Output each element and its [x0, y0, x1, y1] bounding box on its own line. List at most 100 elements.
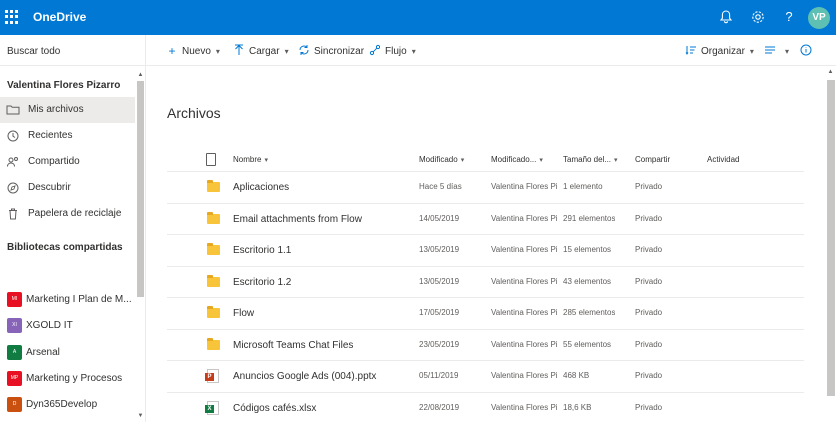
sync-label: Sincronizar [314, 45, 365, 57]
file-name[interactable]: Escritorio 1.1 [233, 245, 291, 256]
file-name[interactable]: Anuncios Google Ads (004).pptx [233, 371, 376, 382]
library-label: Arsenal [26, 347, 60, 358]
upload-button[interactable]: Cargar ▾ [233, 43, 289, 59]
table-row[interactable]: Escritorio 1.1 13/05/2019 Valentina Flor… [167, 235, 804, 267]
view-options-button[interactable]: ▾ [764, 43, 789, 59]
info-icon [800, 44, 812, 59]
chevron-down-icon: ▾ [539, 157, 543, 164]
flow-button[interactable]: Flujo ▾ [369, 43, 416, 59]
trash-icon [6, 207, 20, 221]
list-header: Nombre ▾ Modificado ▾ Modificado... ▾ Tamañ… [167, 148, 804, 172]
size-cell: 18,6 KB [563, 402, 592, 412]
bell-icon[interactable] [718, 9, 734, 25]
sharing-cell[interactable]: Privado [635, 403, 662, 412]
help-icon[interactable]: ? [781, 9, 797, 25]
main-scroll-thumb[interactable] [827, 80, 835, 396]
upload-icon [233, 44, 245, 59]
table-row[interactable]: Email attachments from Flow 14/05/2019 V… [167, 204, 804, 235]
file-name[interactable]: Escritorio 1.2 [233, 277, 291, 288]
table-row[interactable]: Flow 17/05/2019 Valentina Flores Pi 285 … [167, 298, 804, 330]
sharing-cell[interactable]: Privado [635, 214, 662, 223]
column-sharing[interactable]: Compartir [635, 155, 670, 164]
nav-item-label: Recientes [28, 130, 73, 141]
library-item[interactable]: MI Marketing I Plan de M... [0, 287, 135, 313]
folder-icon [207, 243, 220, 255]
table-row[interactable]: Aplicaciones Hace 5 días Valentina Flore… [167, 172, 804, 204]
info-button[interactable] [800, 43, 816, 59]
sharing-cell[interactable]: Privado [635, 308, 662, 317]
app-name[interactable]: OneDrive [33, 10, 86, 24]
nav-item-discover[interactable]: Descubrir [0, 175, 135, 201]
nav-item-recycle-bin[interactable]: Papelera de reciclaje [0, 201, 135, 227]
organize-button[interactable]: Organizar ▾ [685, 43, 754, 59]
command-bar: + Nuevo ▾ Cargar ▾ Sincronizar Flujo ▾ O… [146, 35, 836, 66]
excel-file-icon: X [205, 400, 219, 415]
library-item[interactable]: MP Marketing y Procesos [0, 366, 135, 392]
folder-icon [207, 306, 220, 318]
chevron-down-icon: ▾ [460, 157, 465, 164]
scroll-up-icon[interactable]: ▲ [137, 72, 144, 79]
gear-icon[interactable] [750, 9, 766, 25]
nav-user-name[interactable]: Valentina Flores Pizarro [7, 80, 120, 91]
nav-item-my-files[interactable]: Mis archivos [0, 97, 135, 123]
file-name[interactable]: Aplicaciones [233, 182, 289, 193]
chevron-down-icon: ▾ [749, 46, 754, 56]
chevron-down-icon: ▾ [215, 46, 220, 56]
size-cell: 43 elementos [563, 276, 612, 286]
folder-icon [207, 211, 220, 224]
scroll-down-icon[interactable]: ▼ [137, 413, 144, 420]
avatar[interactable]: VP [808, 7, 830, 29]
column-modified-by[interactable]: Modificado... ▾ [491, 155, 543, 164]
library-badge: D [7, 397, 22, 412]
nav-scroll-thumb[interactable] [137, 81, 144, 297]
folder-icon [207, 274, 220, 287]
file-name[interactable]: Flow [233, 308, 254, 319]
table-row[interactable]: X Códigos cafés.xlsx 22/08/2019 Valentin… [167, 393, 804, 422]
column-modified[interactable]: Modificado ▾ [419, 155, 464, 164]
column-modified-by-label: Modificado... [491, 155, 537, 164]
plus-icon: + [168, 44, 176, 58]
list-view-icon [764, 44, 776, 59]
modified-by-cell: Valentina Flores Pi [491, 213, 557, 223]
nav-item-recent[interactable]: Recientes [0, 123, 135, 149]
library-item[interactable]: A Arsenal [0, 340, 135, 366]
column-activity[interactable]: Actividad [707, 155, 739, 164]
library-badge: XI [7, 318, 22, 333]
size-cell: 291 elementos [563, 213, 616, 223]
sharing-cell[interactable]: Privado [635, 245, 662, 254]
column-modified-label: Modificado [419, 155, 458, 164]
library-item[interactable]: XI XGOLD IT [0, 313, 135, 339]
table-row[interactable]: Microsoft Teams Chat Files 23/05/2019 Va… [167, 330, 804, 361]
sharing-cell[interactable]: Privado [635, 340, 662, 349]
file-name[interactable]: Códigos cafés.xlsx [233, 403, 316, 414]
left-nav: Buscar todo Valentina Flores Pizarro Mis… [0, 35, 146, 422]
sync-icon [298, 44, 310, 59]
suite-header: OneDrive ? VP [0, 0, 836, 35]
sharing-cell[interactable]: Privado [635, 371, 662, 380]
new-button[interactable]: + Nuevo ▾ [166, 43, 220, 59]
table-row[interactable]: P Anuncios Google Ads (004).pptx 05/11/2… [167, 361, 804, 393]
scroll-up-icon[interactable]: ▲ [827, 69, 834, 76]
size-cell: 55 elementos [563, 339, 612, 349]
library-item[interactable]: D Dyn365Develop [0, 392, 135, 418]
library-label: Marketing y Procesos [26, 373, 123, 384]
modified-cell: Hace 5 días [419, 182, 462, 191]
modified-cell: 13/05/2019 [419, 276, 460, 286]
sync-button[interactable]: Sincronizar [298, 43, 364, 59]
folder-icon [6, 103, 20, 117]
column-name[interactable]: Nombre ▾ [233, 155, 268, 164]
main-scrollbar[interactable]: ▲ [826, 66, 836, 422]
nav-item-shared[interactable]: Compartido [0, 149, 135, 175]
table-row[interactable]: Escritorio 1.2 13/05/2019 Valentina Flor… [167, 267, 804, 298]
search-input[interactable]: Buscar todo [0, 35, 146, 66]
file-type-icon[interactable] [206, 153, 216, 166]
nav-scrollbar[interactable]: ▲ ▼ [136, 72, 145, 422]
file-name[interactable]: Microsoft Teams Chat Files [233, 340, 353, 351]
sharing-cell[interactable]: Privado [635, 182, 662, 191]
app-launcher-icon[interactable] [5, 10, 19, 24]
modified-cell: 22/08/2019 [419, 402, 460, 412]
column-size[interactable]: Tamaño del... ▾ [563, 155, 618, 164]
sharing-cell[interactable]: Privado [635, 277, 662, 286]
file-name[interactable]: Email attachments from Flow [233, 214, 362, 225]
modified-by-cell: Valentina Flores Pi [491, 371, 557, 380]
